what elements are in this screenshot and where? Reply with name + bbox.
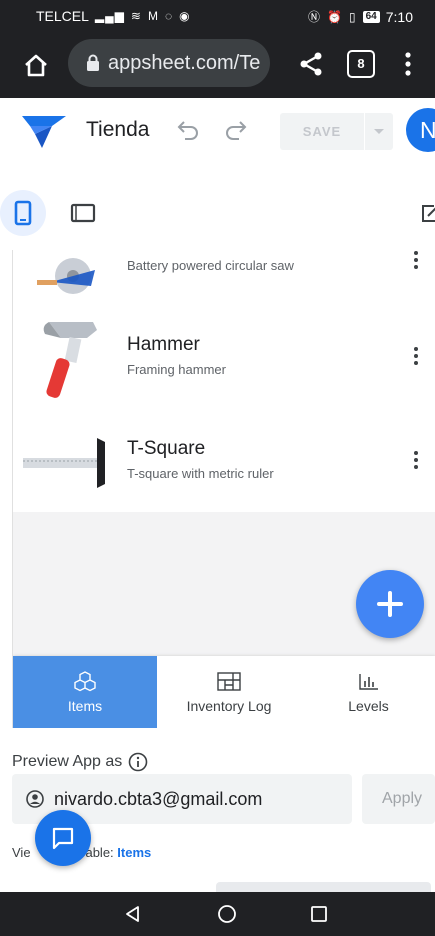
table-link[interactable]: Items bbox=[117, 845, 151, 860]
open-in-new-icon[interactable] bbox=[420, 202, 435, 224]
tab-label: Inventory Log bbox=[186, 698, 272, 714]
tab-levels[interactable]: Levels bbox=[301, 656, 435, 728]
apply-button[interactable]: Apply bbox=[362, 774, 435, 824]
account-circle-icon bbox=[26, 790, 44, 808]
circular-saw-icon bbox=[21, 250, 111, 308]
share-icon[interactable] bbox=[297, 50, 325, 78]
lock-icon bbox=[86, 54, 100, 72]
item-subtitle: Framing hammer bbox=[127, 362, 226, 377]
add-icon bbox=[377, 591, 403, 617]
carrier-label: TELCEL bbox=[36, 8, 89, 24]
chat-icon bbox=[52, 827, 74, 850]
item-subtitle: T-square with metric ruler bbox=[127, 466, 274, 481]
item-title: T-Square bbox=[127, 438, 206, 459]
home-icon[interactable] bbox=[22, 51, 50, 79]
chrome-icon: ◉ bbox=[179, 9, 191, 23]
chat-button[interactable] bbox=[35, 810, 91, 866]
tab-label: Levels bbox=[348, 698, 389, 714]
save-button[interactable]: SAVE bbox=[280, 113, 364, 150]
gmail-icon: M bbox=[147, 9, 159, 23]
battery-indicator: 64 bbox=[362, 10, 380, 23]
browser-toolbar: appsheet.com/Te 8 bbox=[0, 34, 435, 98]
device-preview-toolbar bbox=[0, 184, 435, 244]
phone-preview-button[interactable] bbox=[0, 190, 46, 236]
preview-as-heading: Preview App as bbox=[12, 752, 148, 772]
info-icon[interactable] bbox=[128, 752, 148, 772]
home-circle-icon[interactable] bbox=[217, 904, 237, 924]
alarm-icon: ⏰ bbox=[327, 9, 344, 24]
table-icon bbox=[216, 670, 242, 692]
preview-user-email: nivardo.cbta3@gmail.com bbox=[54, 788, 263, 809]
bottom-panel-edge bbox=[216, 882, 431, 892]
tab-items[interactable]: Items bbox=[13, 656, 157, 728]
tablet-icon[interactable] bbox=[70, 200, 96, 226]
account-avatar[interactable]: N bbox=[406, 108, 435, 152]
list-item[interactable]: Hammer Framing hammer bbox=[13, 312, 435, 400]
url-text: appsheet.com/Te bbox=[108, 51, 261, 74]
bar-chart-icon bbox=[356, 670, 382, 692]
redo-icon[interactable] bbox=[222, 118, 248, 142]
more-vert-icon[interactable] bbox=[413, 346, 419, 366]
app-name: Tienda bbox=[86, 118, 150, 141]
app-preview: Battery powered circular saw Hammer Fram… bbox=[12, 250, 435, 728]
item-title: Hammer bbox=[127, 334, 200, 355]
add-item-button[interactable] bbox=[356, 570, 424, 638]
back-icon[interactable] bbox=[123, 904, 143, 924]
recent-apps-icon[interactable] bbox=[310, 905, 328, 923]
view-label: Vie bbox=[12, 845, 31, 860]
undo-icon[interactable] bbox=[176, 118, 202, 142]
tab-switcher-button[interactable]: 8 bbox=[347, 50, 375, 78]
preview-as-label: Preview App as bbox=[12, 753, 123, 770]
vibrate-icon: ▯ bbox=[349, 9, 357, 24]
save-options-button[interactable] bbox=[365, 113, 393, 150]
status-bar: TELCEL ▂▄▆ ≋ M ◌ ◉ Ⓝ ⏰ ▯ 64 7:10 bbox=[0, 0, 435, 34]
hammer-icon bbox=[21, 312, 111, 400]
wifi-icon: ≋ bbox=[130, 9, 142, 23]
item-subtitle: Battery powered circular saw bbox=[127, 258, 294, 273]
list-item[interactable]: Battery powered circular saw bbox=[13, 250, 435, 308]
cubes-icon bbox=[72, 670, 98, 692]
appsheet-logo-icon[interactable] bbox=[22, 112, 66, 150]
android-navigation-bar bbox=[0, 892, 435, 936]
t-square-icon bbox=[21, 424, 111, 502]
more-vert-icon[interactable] bbox=[413, 450, 419, 470]
nfc-icon: Ⓝ bbox=[308, 10, 322, 24]
tab-inventory-log[interactable]: Inventory Log bbox=[157, 656, 301, 728]
bottom-navigation: Items Inventory Log Levels bbox=[13, 656, 435, 728]
signal-icon: ▂▄▆ bbox=[94, 9, 125, 23]
editor-header: Tienda SAVE N bbox=[0, 98, 435, 162]
tab-label: Items bbox=[67, 698, 103, 714]
list-item[interactable]: T-Square T-square with metric ruler bbox=[13, 420, 435, 508]
clock: 7:10 bbox=[385, 8, 413, 25]
address-bar[interactable]: appsheet.com/Te bbox=[68, 39, 270, 87]
overflow-menu-icon[interactable] bbox=[400, 50, 416, 78]
whatsapp-icon: ◌ bbox=[164, 9, 174, 23]
more-vert-icon[interactable] bbox=[413, 250, 419, 270]
